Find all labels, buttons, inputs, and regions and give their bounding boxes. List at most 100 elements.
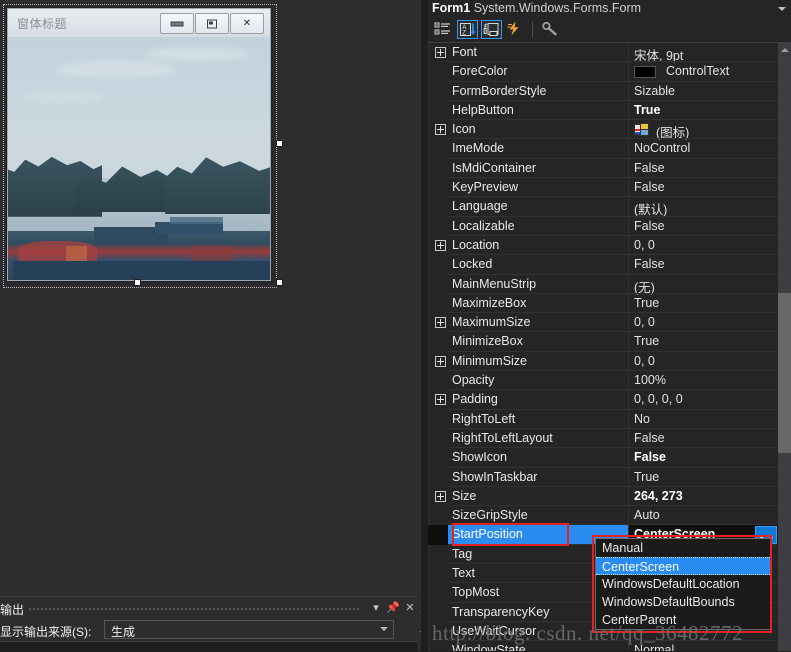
property-row[interactable]: Icon (图标) <box>428 120 791 140</box>
property-row[interactable]: Language (默认) <box>428 197 791 217</box>
column-splitter[interactable] <box>628 255 629 275</box>
chevron-down-icon[interactable] <box>778 7 786 11</box>
column-splitter[interactable] <box>628 448 629 468</box>
property-row[interactable]: RightToLeft No <box>428 409 791 429</box>
drag-grip[interactable] <box>28 607 361 610</box>
dropdown-option[interactable]: CenterParent <box>596 611 770 629</box>
dropdown-option[interactable]: WindowsDefaultLocation <box>596 575 770 593</box>
property-name: Font <box>452 45 478 59</box>
expand-plus-icon[interactable] <box>435 47 446 58</box>
column-splitter[interactable] <box>628 351 629 372</box>
property-row[interactable]: KeyPreview False <box>428 178 791 198</box>
events-lightning-icon[interactable] <box>505 20 526 39</box>
expand-plus-icon[interactable] <box>435 317 446 329</box>
property-row[interactable]: HelpButton True <box>428 100 791 121</box>
property-row[interactable]: MaximizeBox True <box>428 293 791 314</box>
column-splitter[interactable] <box>628 43 629 63</box>
property-row[interactable]: Font 宋体, 9pt <box>428 43 791 63</box>
startposition-dropdown-list[interactable]: Manual CenterScreen WindowsDefaultLocation… <box>595 538 771 630</box>
property-row[interactable]: IsMdiContainer False <box>428 158 791 179</box>
property-row[interactable]: ShowInTaskbar True <box>428 467 791 487</box>
form-minimize-button[interactable] <box>160 13 194 34</box>
column-splitter[interactable] <box>628 81 629 101</box>
property-name: Opacity <box>452 373 495 388</box>
form-maximize-button[interactable] <box>195 13 229 34</box>
properties-object-selector[interactable]: Form1 System.Windows.Forms.Form <box>428 0 791 17</box>
property-row[interactable]: Locked False <box>428 255 791 275</box>
property-row[interactable]: MinimizeBox True <box>428 332 791 352</box>
property-row[interactable]: Padding 0, 0, 0, 0 <box>428 390 791 410</box>
property-name: WindowState <box>452 643 526 651</box>
expand-plus-icon[interactable] <box>435 239 446 251</box>
properties-page-icon[interactable] <box>481 20 502 39</box>
close-icon: ✕ <box>242 17 252 29</box>
property-row[interactable]: Localizable False <box>428 216 791 236</box>
column-splitter[interactable] <box>628 313 629 333</box>
property-value: 0, 0 <box>634 315 655 330</box>
column-splitter[interactable] <box>628 332 629 352</box>
column-splitter[interactable] <box>628 100 629 121</box>
property-row[interactable]: Size 264, 273 <box>428 486 791 507</box>
properties-scrollbar[interactable] <box>778 43 791 651</box>
property-row[interactable]: WindowState Normal <box>428 641 791 651</box>
alphabetical-sort-icon[interactable]: A Z <box>457 20 478 39</box>
categorized-view-icon[interactable] <box>433 20 454 39</box>
column-splitter[interactable] <box>628 293 629 314</box>
expand-plus-icon[interactable] <box>435 124 446 136</box>
scrollbar-thumb[interactable] <box>778 293 791 453</box>
form-resize-handle-bottom-center[interactable] <box>134 279 141 286</box>
property-name: Tag <box>452 546 473 561</box>
output-source-select[interactable]: 生成 <box>104 620 394 639</box>
property-row[interactable]: FormBorderStyle Sizable <box>428 81 791 101</box>
output-text-area[interactable] <box>0 641 421 652</box>
column-splitter[interactable] <box>628 139 629 159</box>
dropdown-option[interactable]: Manual <box>596 539 770 557</box>
column-splitter[interactable] <box>628 390 629 410</box>
column-splitter[interactable] <box>628 216 629 236</box>
chevron-down-icon[interactable]: ▾ <box>369 601 383 615</box>
column-splitter[interactable] <box>628 486 629 507</box>
property-row[interactable]: ImeMode NoControl <box>428 139 791 159</box>
property-row[interactable]: MainMenuStrip (无) <box>428 274 791 295</box>
property-name: Locked <box>452 257 493 272</box>
property-row[interactable]: RightToLeftLayout False <box>428 428 791 449</box>
form-close-button[interactable]: ✕ <box>230 13 264 34</box>
column-splitter[interactable] <box>628 158 629 179</box>
property-row[interactable]: Location 0, 0 <box>428 235 791 256</box>
designer-canvas[interactable]: 窗体标题 ✕ <box>0 0 421 596</box>
column-splitter[interactable] <box>628 428 629 449</box>
form-resize-handle-middle-right[interactable] <box>276 140 283 147</box>
property-row[interactable]: ForeColor ControlText <box>428 62 791 82</box>
close-icon[interactable]: ✕ <box>403 601 417 615</box>
scroll-up-arrow-icon[interactable] <box>778 43 791 56</box>
property-row[interactable]: MinimumSize 0, 0 <box>428 351 791 372</box>
property-row[interactable]: Opacity 100% <box>428 371 791 391</box>
form-resize-handle-bottom-right[interactable] <box>276 279 283 286</box>
property-pages-wrench-icon[interactable] <box>541 20 562 39</box>
column-splitter[interactable] <box>628 506 629 526</box>
form-client-area[interactable] <box>8 37 270 280</box>
column-splitter[interactable] <box>628 371 629 391</box>
column-splitter[interactable] <box>628 274 629 294</box>
dropdown-option[interactable]: WindowsDefaultBounds <box>596 593 770 611</box>
property-row[interactable]: MaximumSize 0, 0 <box>428 313 791 333</box>
designed-form[interactable]: 窗体标题 ✕ <box>7 8 271 281</box>
column-splitter[interactable] <box>628 641 629 651</box>
expand-plus-icon[interactable] <box>435 490 446 502</box>
expand-plus-icon[interactable] <box>435 394 446 406</box>
column-splitter[interactable] <box>628 120 629 140</box>
pane-divider[interactable] <box>421 0 428 651</box>
property-row[interactable]: ShowIcon False <box>428 448 791 468</box>
column-splitter[interactable] <box>628 62 629 82</box>
column-splitter[interactable] <box>628 197 629 217</box>
property-name: Language <box>452 199 508 214</box>
column-splitter[interactable] <box>628 178 629 198</box>
column-splitter[interactable] <box>628 467 629 487</box>
dropdown-option[interactable]: CenterScreen <box>596 557 770 575</box>
expand-plus-icon[interactable] <box>435 355 446 367</box>
column-splitter[interactable] <box>628 235 629 256</box>
pin-icon[interactable]: 📌 <box>386 601 400 615</box>
svg-text:Z: Z <box>462 30 466 37</box>
column-splitter[interactable] <box>628 409 629 429</box>
form-designer-surface[interactable]: 窗体标题 ✕ <box>0 0 421 596</box>
